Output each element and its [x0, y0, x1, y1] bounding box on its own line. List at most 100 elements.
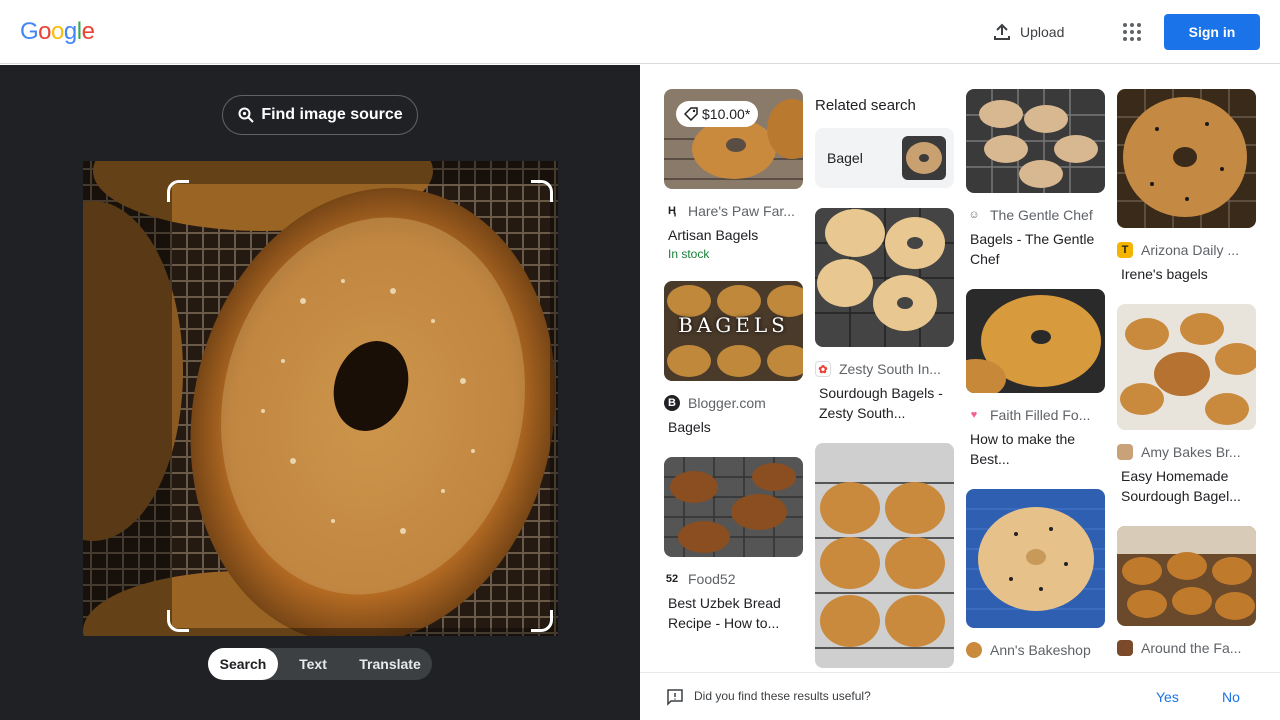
upload-label: Upload: [1020, 24, 1065, 40]
site-favicon-icon: ✿: [815, 361, 831, 377]
price-tag-icon: [684, 107, 698, 121]
source-name: Food52: [688, 571, 736, 587]
result-title[interactable]: Irene's bagels: [1121, 264, 1256, 284]
source-name: Arizona Daily ...: [1141, 242, 1240, 258]
upload-button[interactable]: Upload: [992, 20, 1064, 44]
result-card[interactable]: $10.00* Ⱨ Hare's Paw Far... Artisan Bagel…: [664, 89, 803, 261]
result-title[interactable]: Bagels: [668, 417, 803, 437]
logo-letter: e: [81, 18, 95, 45]
price-badge: $10.00*: [676, 101, 759, 127]
bagel-thumbnail-image: [1117, 304, 1256, 430]
results-column: $10.00* Ⱨ Hare's Paw Far... Artisan Bagel…: [664, 89, 803, 653]
result-card[interactable]: ♥ Faith Filled Fo... How to make the Best…: [966, 289, 1105, 469]
result-card[interactable]: ✿ Zesty South In... Sourdough Bagels - Ze…: [815, 208, 954, 423]
result-thumbnail[interactable]: [815, 443, 954, 668]
arizona-daily-favicon-icon: T: [1117, 242, 1133, 258]
result-card[interactable]: BAGELS B Blogger.com Bagels: [664, 281, 803, 437]
result-source: Amy Bakes Br...: [1117, 444, 1256, 460]
source-name: Hare's Paw Far...: [688, 203, 795, 219]
result-card[interactable]: Ann's Bakeshop: [966, 489, 1105, 658]
bagel-thumbnail-image: [815, 208, 954, 347]
price-value: $10.00*: [702, 106, 751, 122]
crop-handle-top-right[interactable]: [531, 180, 553, 202]
heart-favicon-icon: ♥: [970, 409, 978, 421]
apps-grid-icon[interactable]: [1120, 20, 1144, 44]
feedback-icon: [667, 689, 683, 706]
result-title[interactable]: Easy Homemade Sourdough Bagel...: [1121, 466, 1256, 506]
gentle-chef-favicon-icon: ☺: [968, 209, 980, 221]
feedback-no-button[interactable]: No: [1222, 689, 1240, 705]
bagel-thumbnail-image: [815, 443, 954, 668]
result-thumbnail[interactable]: [1117, 304, 1256, 430]
lens-panel: Find image source Search Text Translate: [0, 65, 640, 720]
related-search-chip[interactable]: Bagel: [815, 128, 954, 188]
logo-letter: o: [51, 18, 64, 45]
result-card[interactable]: Amy Bakes Br... Easy Homemade Sourdough …: [1117, 304, 1256, 506]
bagel-thumbnail-image: [1117, 89, 1256, 228]
result-title[interactable]: Best Uzbek Bread Recipe - How to...: [668, 593, 803, 633]
top-bar: Google Upload Sign in: [0, 0, 1280, 64]
query-image[interactable]: [83, 161, 558, 636]
source-name: The Gentle Chef: [990, 207, 1093, 223]
result-card[interactable]: T Arizona Daily ... Irene's bagels: [1117, 89, 1256, 284]
result-thumbnail[interactable]: [966, 289, 1105, 393]
feedback-question: Did you find these results useful?: [694, 689, 871, 703]
result-thumbnail[interactable]: BAGELS: [664, 281, 803, 381]
results-column: Related search Bagel ✿ Zesty South In... …: [815, 89, 954, 688]
amy-bakes-favicon-icon: [1117, 444, 1133, 460]
bagel-thumbnail-image: [966, 489, 1105, 628]
result-thumbnail[interactable]: [966, 489, 1105, 628]
food52-favicon-icon: 52: [665, 573, 679, 585]
result-source: ♥ Faith Filled Fo...: [966, 407, 1105, 423]
bagel-thumbnail-image: [664, 457, 803, 557]
results-panel: $10.00* Ⱨ Hare's Paw Far... Artisan Bagel…: [640, 65, 1280, 720]
google-logo[interactable]: Google: [20, 18, 95, 46]
result-title[interactable]: Artisan Bagels: [668, 225, 803, 245]
result-source: Around the Fa...: [1117, 640, 1256, 656]
result-source: ✿ Zesty South In...: [815, 361, 954, 377]
results-column: T Arizona Daily ... Irene's bagels Amy Ba…: [1117, 89, 1256, 676]
related-chip-label: Bagel: [827, 150, 863, 166]
source-name: Ann's Bakeshop: [990, 642, 1091, 658]
feedback-yes-button[interactable]: Yes: [1156, 689, 1179, 705]
source-name: Zesty South In...: [839, 361, 941, 377]
find-image-source-label: Find image source: [261, 106, 403, 123]
result-card[interactable]: [815, 443, 954, 668]
site-favicon-icon: Ⱨ: [668, 205, 676, 217]
result-thumbnail[interactable]: [1117, 526, 1256, 626]
source-name: Amy Bakes Br...: [1141, 444, 1241, 460]
source-name: Around the Fa...: [1141, 640, 1242, 656]
logo-letter: G: [20, 18, 39, 45]
crop-handle-top-left[interactable]: [167, 180, 189, 202]
result-card[interactable]: Around the Fa...: [1117, 526, 1256, 656]
source-name: Blogger.com: [688, 395, 766, 411]
result-thumbnail[interactable]: [1117, 89, 1256, 228]
result-title[interactable]: Bagels - The Gentle Chef: [970, 229, 1105, 269]
result-card[interactable]: ☺ The Gentle Chef Bagels - The Gentle Che…: [966, 89, 1105, 269]
find-image-source-button[interactable]: Find image source: [222, 95, 418, 135]
result-thumbnail[interactable]: [815, 208, 954, 347]
crop-handle-bottom-left[interactable]: [167, 610, 189, 632]
bagel-thumbnail-image: [1117, 526, 1256, 626]
result-thumbnail[interactable]: [966, 89, 1105, 193]
result-title[interactable]: Sourdough Bagels - Zesty South...: [819, 383, 954, 423]
result-thumbnail[interactable]: [664, 457, 803, 557]
mode-text-tab[interactable]: Text: [278, 648, 348, 680]
result-source: Ⱨ Hare's Paw Far...: [664, 203, 803, 219]
result-source: ☺ The Gentle Chef: [966, 207, 1105, 223]
upload-icon: [994, 23, 1010, 40]
lens-search-icon: [238, 107, 255, 123]
feedback-bar: Did you find these results useful? Yes N…: [640, 672, 1280, 720]
mode-translate-tab[interactable]: Translate: [348, 648, 432, 680]
result-thumbnail[interactable]: $10.00*: [664, 89, 803, 189]
lens-mode-switch: Search Text Translate: [208, 648, 432, 680]
sign-in-button[interactable]: Sign in: [1164, 14, 1260, 50]
bagel-thumbnail-image: [966, 89, 1105, 193]
result-title[interactable]: How to make the Best...: [970, 429, 1105, 469]
result-source: T Arizona Daily ...: [1117, 242, 1256, 258]
result-card[interactable]: 52 Food52 Best Uzbek Bread Recipe - How t…: [664, 457, 803, 633]
mode-search-tab[interactable]: Search: [208, 648, 278, 680]
source-name: Faith Filled Fo...: [990, 407, 1091, 423]
stock-status: In stock: [668, 247, 710, 261]
bagels-overlay-text: BAGELS: [678, 313, 789, 337]
